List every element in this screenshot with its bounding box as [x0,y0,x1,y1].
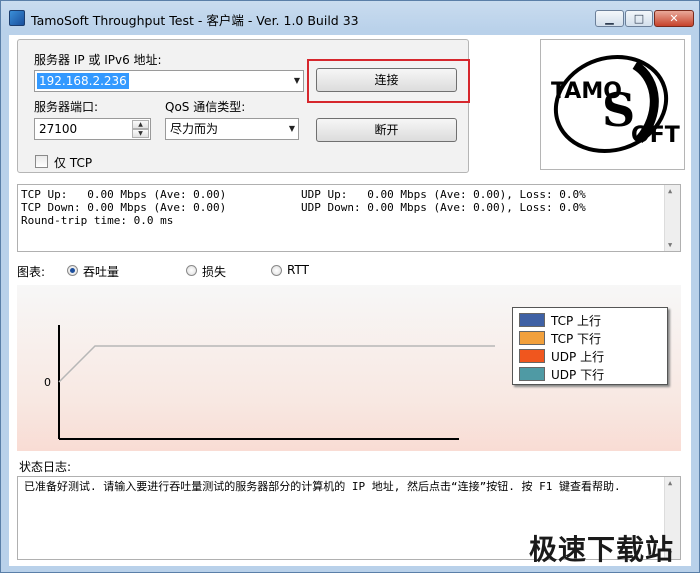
tamosoft-logo-graphic: TAMO S OFT [551,54,680,154]
scroll-down-icon[interactable]: ▼ [668,241,672,249]
radio-loss[interactable] [186,265,197,276]
legend-swatch-tcp-down [519,331,545,345]
status-log-text: 已准备好测试. 请输入要进行吞吐量测试的服务器部分的计算机的 IP 地址, 然后… [24,480,621,493]
server-address-value[interactable]: 192.168.2.236 [37,73,129,89]
tcp-only-checkbox[interactable] [35,155,48,168]
scroll-up-icon[interactable]: ▲ [668,479,672,487]
watermark-text: 极速下载站 [529,533,675,566]
maximize-button[interactable]: □ [625,10,653,27]
server-address-combo[interactable]: 192.168.2.236 ▼ [34,70,304,92]
radio-throughput[interactable] [67,265,78,276]
app-icon [9,10,25,26]
tcp-up-stat: TCP Up: 0.00 Mbps (Ave: 0.00) [21,188,227,201]
qos-type-value: 尽力而为 [170,122,219,136]
legend-label-tcp-up: TCP 上行 [551,314,602,328]
app-window: TamoSoft Throughput Test - 客户端 - Ver. 1.… [0,0,700,573]
connect-button[interactable]: 连接 [316,68,457,92]
radio-rtt-label[interactable]: RTT [287,263,309,277]
legend-swatch-udp-down [519,367,545,381]
qos-type-combo[interactable]: 尽力而为 ▼ [165,118,299,140]
chevron-down-icon[interactable]: ▼ [289,124,295,133]
minimize-button[interactable]: ▁ [595,10,624,27]
window-title: TamoSoft Throughput Test - 客户端 - Ver. 1.… [31,13,359,28]
server-port-value[interactable]: 27100 [39,122,77,136]
chevron-down-icon[interactable]: ▼ [294,76,300,85]
radio-throughput-label[interactable]: 吞吐量 [83,263,119,280]
chart-label: 图表: [17,265,46,279]
port-spin-buttons[interactable]: ▲ ▼ [132,120,149,138]
stats-panel: TCP Up: 0.00 Mbps (Ave: 0.00) TCP Down: … [17,184,681,252]
legend-label-udp-up: UDP 上行 [551,350,605,364]
qos-type-label: QoS 通信类型: [165,100,246,114]
spin-down-icon[interactable]: ▼ [132,129,149,138]
scroll-up-icon[interactable]: ▲ [668,187,672,195]
tamosoft-logo: TAMO S OFT [540,39,685,170]
server-address-label: 服务器 IP 或 IPv6 地址: [34,53,162,67]
server-port-spinner[interactable]: 27100 ▲ ▼ [34,118,151,140]
udp-down-stat: UDP Down: 0.00 Mbps (Ave: 0.00), Loss: 0… [301,201,586,214]
logo-text-bottom: OFT [631,123,680,148]
chart-legend: TCP 上行 TCP 下行 UDP 上行 UDP 下行 [512,307,668,385]
stats-scrollbar[interactable]: ▲ ▼ [664,185,680,251]
tcp-only-label[interactable]: 仅 TCP [54,154,92,171]
y-tick-label-0: 0 [44,376,51,389]
legend-swatch-udp-up [519,349,545,363]
status-log-label: 状态日志: [19,460,72,474]
spin-up-icon[interactable]: ▲ [132,120,149,129]
legend-label-tcp-down: TCP 下行 [551,332,602,346]
throughput-chart: 0 TCP 上行 TCP 下行 UDP 上行 UDP 下行 [17,285,681,451]
radio-rtt[interactable] [271,265,282,276]
disconnect-button[interactable]: 断开 [316,118,457,142]
legend-swatch-tcp-up [519,313,545,327]
legend-label-udp-down: UDP 下行 [551,368,605,382]
client-area: 服务器 IP 或 IPv6 地址: 192.168.2.236 ▼ 连接 服务器… [9,35,691,566]
close-button[interactable]: ✕ [654,10,694,27]
server-port-label: 服务器端口: [34,100,99,114]
title-bar[interactable]: TamoSoft Throughput Test - 客户端 - Ver. 1.… [1,1,699,35]
udp-up-stat: UDP Up: 0.00 Mbps (Ave: 0.00), Loss: 0.0… [301,188,586,201]
tcp-down-stat: TCP Down: 0.00 Mbps (Ave: 0.00) [21,201,227,214]
radio-loss-label[interactable]: 损失 [202,263,226,280]
baseline-trace [58,345,495,383]
connection-group: 服务器 IP 或 IPv6 地址: 192.168.2.236 ▼ 连接 服务器… [17,39,470,173]
round-trip-stat: Round-trip time: 0.0 ms [21,214,174,227]
